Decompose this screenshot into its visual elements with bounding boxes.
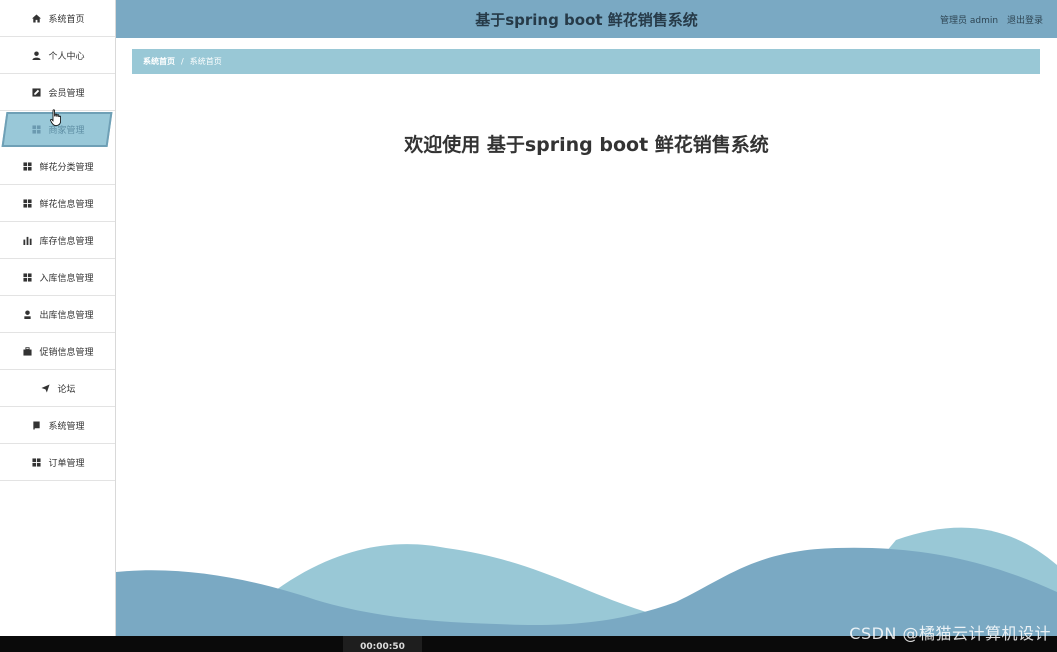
sidebar-item-stock-out[interactable]: 出库信息管理 — [0, 296, 115, 333]
sidebar-item-forum[interactable]: 论坛 — [0, 370, 115, 407]
user-info: 管理员 admin 退出登录 — [940, 13, 1043, 26]
sidebar-item-flower-info[interactable]: 鲜花信息管理 — [0, 185, 115, 222]
breadcrumb-home-link[interactable]: 系统首页 — [143, 56, 175, 67]
sidebar-item-label: 论坛 — [57, 384, 76, 395]
book-icon — [30, 419, 42, 431]
sidebar-item-home[interactable]: 系统首页 — [0, 0, 115, 37]
username: admin — [969, 16, 999, 26]
sidebar-item-label: 入库信息管理 — [39, 273, 94, 284]
sidebar-item-inventory[interactable]: 库存信息管理 — [0, 222, 115, 259]
sidebar-item-stock-in[interactable]: 入库信息管理 — [0, 259, 115, 296]
sidebar-item-members[interactable]: 会员管理 — [0, 74, 115, 111]
briefcase-icon — [21, 345, 33, 357]
breadcrumb-current: 系统首页 — [189, 57, 222, 66]
logout-link[interactable]: 退出登录 — [1007, 16, 1043, 26]
sidebar-item-system[interactable]: 系统管理 — [0, 407, 115, 444]
video-timer: 00:00:50 — [343, 636, 422, 652]
breadcrumb: 系统首页 / 系统首页 — [132, 49, 1040, 74]
top-header: 基于spring boot 鲜花销售系统 管理员 admin 退出登录 — [116, 0, 1057, 38]
breadcrumb-separator: / — [181, 57, 184, 66]
grid-icon — [21, 197, 33, 209]
sidebar-item-label: 订单管理 — [48, 458, 85, 469]
grid-icon — [21, 160, 33, 172]
sidebar-item-label: 促销信息管理 — [39, 347, 94, 358]
sidebar-item-promotion[interactable]: 促销信息管理 — [0, 333, 115, 370]
grid-icon — [30, 456, 42, 468]
user-icon — [21, 308, 33, 320]
home-icon — [30, 12, 42, 24]
send-icon — [39, 382, 51, 394]
edit-icon — [30, 86, 42, 98]
welcome-message: 欢迎使用 基于spring boot 鲜花销售系统 — [404, 134, 769, 156]
sidebar-item-profile[interactable]: 个人中心 — [0, 37, 115, 74]
sidebar-item-label: 系统管理 — [48, 421, 85, 432]
grid-icon — [30, 124, 42, 136]
grid-icon — [21, 271, 33, 283]
app-window: 系统首页 个人中心 会员管理 商家管理 鲜花分类管理 鲜花信息管理 库存信息管理 — [0, 0, 1057, 636]
sidebar-item-label: 个人中心 — [48, 51, 85, 62]
watermark: CSDN @橘猫云计算机设计 — [849, 624, 1051, 643]
hand-cursor-icon — [50, 109, 61, 126]
bar-chart-icon — [21, 234, 33, 246]
sidebar-item-flower-category[interactable]: 鲜花分类管理 — [0, 148, 115, 185]
user-icon — [30, 49, 42, 61]
sidebar: 系统首页 个人中心 会员管理 商家管理 鲜花分类管理 鲜花信息管理 库存信息管理 — [0, 0, 116, 636]
sidebar-item-orders[interactable]: 订单管理 — [0, 444, 115, 481]
decorative-waves — [116, 527, 1057, 636]
sidebar-item-label: 会员管理 — [48, 88, 85, 99]
sidebar-item-label: 鲜花信息管理 — [39, 199, 94, 210]
sidebar-item-label: 出库信息管理 — [39, 310, 94, 321]
sidebar-item-label: 鲜花分类管理 — [39, 162, 94, 173]
user-role: 管理员 — [940, 16, 968, 26]
sidebar-item-label: 系统首页 — [48, 14, 85, 25]
sidebar-item-label: 库存信息管理 — [39, 236, 94, 247]
page-title: 基于spring boot 鲜花销售系统 — [475, 11, 698, 29]
